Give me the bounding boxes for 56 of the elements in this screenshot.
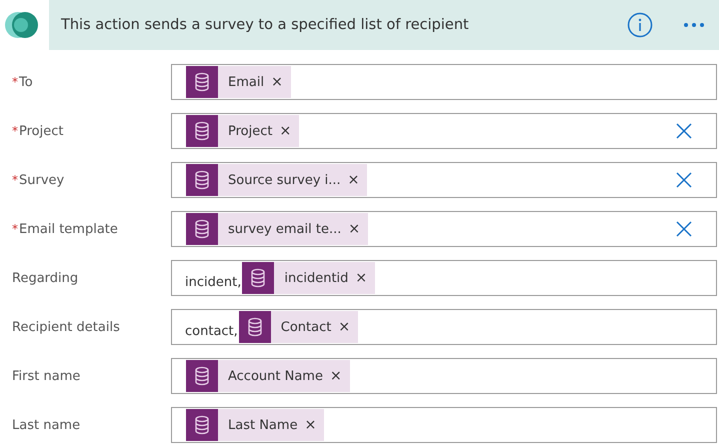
field-label: Last name xyxy=(11,418,82,432)
token-label: Account Name xyxy=(228,368,323,384)
info-icon[interactable] xyxy=(627,12,653,38)
remove-token-button[interactable]: × xyxy=(348,172,360,188)
input-field[interactable]: incident, incidentid × xyxy=(171,260,717,296)
token-label: incidentid xyxy=(284,270,348,286)
remove-token-button[interactable]: × xyxy=(338,319,350,335)
remove-token-button[interactable]: × xyxy=(279,123,292,139)
remove-token-button[interactable]: × xyxy=(348,221,360,237)
prefix-text: contact, xyxy=(185,324,238,338)
database-icon xyxy=(186,360,218,392)
token-label: Project xyxy=(228,124,272,138)
field-label: *Survey xyxy=(11,172,66,188)
remove-token-button[interactable]: × xyxy=(330,368,342,384)
field-label: *Project xyxy=(11,124,64,138)
dynamic-content-token[interactable]: Email × xyxy=(186,66,291,98)
input-field[interactable]: Last Name × xyxy=(171,407,717,443)
database-icon xyxy=(238,311,271,343)
dynamic-content-token[interactable]: Source survey i... × xyxy=(186,164,368,196)
input-field[interactable]: Project × xyxy=(171,113,717,149)
clear-icon[interactable] xyxy=(676,123,692,139)
field-label: *Email template xyxy=(11,222,119,236)
input-field[interactable]: Account Name × xyxy=(171,358,717,394)
field-label: Recipient details xyxy=(11,320,121,334)
field-label: *To xyxy=(11,74,34,90)
dynamic-content-token[interactable]: Account Name × xyxy=(186,360,350,392)
database-icon xyxy=(186,66,218,98)
database-icon xyxy=(186,164,218,196)
database-icon xyxy=(186,213,218,245)
token-label: Email xyxy=(228,74,264,90)
remove-token-button[interactable]: × xyxy=(355,270,368,286)
database-icon xyxy=(186,409,218,441)
action-description: This action sends a survey to a specified list of recipient xyxy=(61,17,470,33)
dynamic-content-token[interactable]: Project × xyxy=(186,115,300,147)
prefix-text: incident, xyxy=(185,274,242,290)
database-icon xyxy=(242,262,274,294)
dynamic-content-token[interactable]: survey email te... × xyxy=(186,213,368,245)
dynamic-content-token[interactable]: Last Name × xyxy=(186,409,324,441)
clear-icon[interactable] xyxy=(676,221,692,237)
token-label: Source survey i... xyxy=(228,172,341,188)
input-field[interactable]: Source survey i... × xyxy=(171,162,717,198)
token-label: survey email te... xyxy=(228,222,342,236)
input-field[interactable]: Email × xyxy=(171,64,717,100)
dynamic-content-token[interactable]: Contact × xyxy=(238,311,358,343)
input-field[interactable]: survey email te... × xyxy=(171,211,717,247)
dynamic-content-token[interactable]: incidentid × xyxy=(242,262,376,294)
input-field[interactable]: contact, Contact × xyxy=(171,309,717,345)
token-label: Contact xyxy=(280,320,332,334)
more-icon[interactable] xyxy=(683,22,705,28)
field-label: First name xyxy=(11,368,82,384)
database-icon xyxy=(186,115,218,147)
remove-token-button[interactable]: × xyxy=(271,74,283,90)
token-label: Last Name xyxy=(228,418,298,432)
clear-icon[interactable] xyxy=(676,172,692,188)
remove-token-button[interactable]: × xyxy=(304,417,316,433)
field-label: Regarding xyxy=(11,270,80,286)
